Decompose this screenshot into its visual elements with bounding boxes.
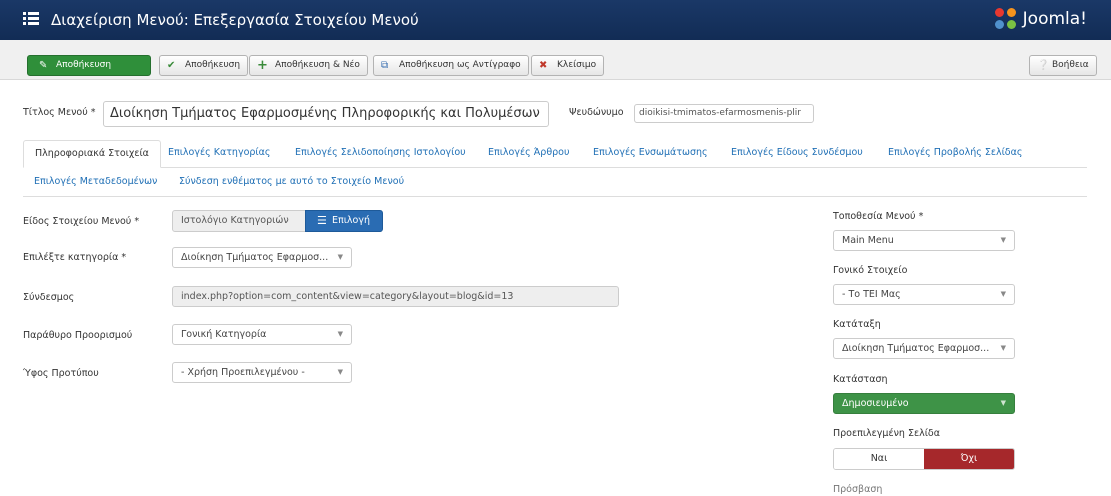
status-label: Κατάσταση bbox=[833, 374, 888, 385]
link-label: Σύνδεσμος bbox=[23, 292, 75, 303]
tab-article-options[interactable]: Επιλογές Άρθρου bbox=[488, 147, 569, 158]
save-button[interactable]: ✎ Αποθήκευση bbox=[27, 55, 151, 76]
tab-blog-layout[interactable]: Επιλογές Σελιδοποίησης Ιστολογίου bbox=[295, 147, 466, 158]
joomla-mark-icon bbox=[994, 8, 1017, 30]
joomla-logo[interactable]: Joomla! bbox=[994, 7, 1087, 31]
tab-integration-options[interactable]: Επιλογές Ενσωμάτωσης bbox=[593, 147, 708, 158]
status-value: Δημοσιευμένο bbox=[842, 398, 909, 409]
template-style-select[interactable]: - Χρήση Προεπιλεγμένου - ▼ bbox=[172, 362, 352, 383]
save-new-button-label: Αποθήκευση & Νέο bbox=[275, 60, 360, 70]
help-button-label: Βοήθεια bbox=[1052, 60, 1089, 70]
select-type-button-label: Επιλογή bbox=[332, 215, 371, 226]
help-button[interactable]: ❔ Βοήθεια bbox=[1029, 55, 1097, 76]
title-label: Τίτλος Μενού * bbox=[23, 107, 96, 118]
default-page-label: Προεπιλεγμένη Σελίδα bbox=[833, 428, 941, 439]
question-circle-icon: ❔ bbox=[1037, 60, 1050, 71]
list-icon: ☰ bbox=[317, 214, 327, 227]
tab-metadata[interactable]: Επιλογές Μεταδεδομένων bbox=[34, 176, 157, 187]
ordering-select[interactable]: Διοίκηση Τμήματος Εφαρμοσ... ▼ bbox=[833, 338, 1015, 359]
parent-item-label: Γονικό Στοιχείο bbox=[833, 265, 908, 276]
tabs-row1-divider bbox=[23, 167, 1087, 168]
alias-label: Ψευδώνυμο bbox=[569, 107, 624, 118]
menu-item-type-field: Ιστολόγιο Κατηγοριών bbox=[172, 210, 306, 232]
template-style-label: Ύφος Προτύπου bbox=[23, 368, 99, 379]
copy-icon: ⧉ bbox=[381, 60, 389, 71]
menu-item-type-label: Είδος Στοιχείου Μενού * bbox=[23, 216, 140, 227]
category-select-value: Διοίκηση Τμήματος Εφαρμοσ... bbox=[181, 252, 329, 263]
tab-module-assignment[interactable]: Σύνδεση ενθέματος με αυτό το Στοιχείο Με… bbox=[179, 176, 404, 187]
chevron-down-icon: ▼ bbox=[1000, 236, 1006, 244]
select-type-button[interactable]: ☰ Επιλογή bbox=[305, 210, 383, 232]
save-copy-button[interactable]: ⧉ Αποθήκευση ως Αντίγραφο bbox=[373, 55, 529, 76]
chevron-down-icon: ▼ bbox=[337, 253, 343, 261]
save-close-button-label: Αποθήκευση bbox=[185, 60, 241, 70]
title-input[interactable]: Διοίκηση Τμήματος Εφαρμοσμένης Πληροφορι… bbox=[103, 101, 549, 127]
parent-item-value: - Το ΤΕΙ Μας bbox=[842, 289, 901, 300]
ordering-label: Κατάταξη bbox=[833, 319, 881, 330]
edit-icon: ✎ bbox=[39, 60, 48, 71]
default-page-yes-button[interactable]: Ναι bbox=[834, 449, 924, 469]
app-header: Διαχείριση Μενού: Επεξεργασία Στοιχείου … bbox=[0, 0, 1111, 40]
default-page-no-button[interactable]: Όχι bbox=[924, 449, 1014, 469]
toolbar: ✎ Αποθήκευση ✔ Αποθήκευση + Αποθήκευση &… bbox=[0, 40, 1111, 80]
check-icon: ✔ bbox=[167, 60, 176, 71]
alias-input[interactable]: dioikisi-tmimatos-efarmosmenis-plir bbox=[634, 104, 814, 123]
parent-item-select[interactable]: - Το ΤΕΙ Μας ▼ bbox=[833, 284, 1015, 305]
close-circle-icon: ✖ bbox=[539, 60, 548, 71]
default-page-toggle[interactable]: Ναι Όχι bbox=[833, 448, 1015, 470]
chevron-down-icon: ▼ bbox=[1000, 399, 1006, 407]
save-button-label: Αποθήκευση bbox=[56, 60, 112, 70]
plus-icon: + bbox=[257, 58, 268, 73]
link-field: index.php?option=com_content&view=catego… bbox=[172, 286, 619, 307]
menu-location-select[interactable]: Main Menu ▼ bbox=[833, 230, 1015, 251]
chevron-down-icon: ▼ bbox=[1000, 344, 1006, 352]
tabs-divider bbox=[23, 196, 1087, 197]
page-title: Διαχείριση Μενού: Επεξεργασία Στοιχείου … bbox=[51, 11, 419, 29]
menu-location-value: Main Menu bbox=[842, 235, 894, 246]
menu-location-label: Τοποθεσία Μενού * bbox=[833, 211, 924, 222]
chevron-down-icon: ▼ bbox=[337, 368, 343, 376]
tab-link-type-options[interactable]: Επιλογές Είδους Συνδέσμου bbox=[731, 147, 863, 158]
category-select[interactable]: Διοίκηση Τμήματος Εφαρμοσ... ▼ bbox=[172, 247, 352, 268]
close-button[interactable]: ✖ Κλείσιμο bbox=[531, 55, 605, 76]
save-copy-button-label: Αποθήκευση ως Αντίγραφο bbox=[399, 60, 521, 70]
target-window-label: Παράθυρο Προορισμού bbox=[23, 330, 133, 341]
tab-page-display[interactable]: Επιλογές Προβολής Σελίδας bbox=[888, 147, 1022, 158]
tab-category-options[interactable]: Επιλογές Κατηγορίας bbox=[168, 147, 270, 158]
template-style-value: - Χρήση Προεπιλεγμένου - bbox=[181, 367, 305, 378]
save-close-button[interactable]: ✔ Αποθήκευση bbox=[159, 55, 249, 76]
access-label: Πρόσβαση bbox=[833, 484, 883, 495]
brand-name: Joomla! bbox=[1022, 9, 1087, 29]
ordering-value: Διοίκηση Τμήματος Εφαρμοσ... bbox=[842, 343, 990, 354]
close-button-label: Κλείσιμο bbox=[557, 60, 597, 70]
target-window-select[interactable]: Γονική Κατηγορία ▼ bbox=[172, 324, 352, 345]
chevron-down-icon: ▼ bbox=[337, 330, 343, 338]
menu-list-icon bbox=[23, 12, 39, 26]
tab-details[interactable]: Πληροφοριακά Στοιχεία bbox=[23, 140, 161, 168]
save-new-button[interactable]: + Αποθήκευση & Νέο bbox=[249, 55, 368, 76]
status-select[interactable]: Δημοσιευμένο ▼ bbox=[833, 393, 1015, 414]
target-window-value: Γονική Κατηγορία bbox=[181, 329, 267, 340]
category-label: Επιλέξτε κατηγορία * bbox=[23, 252, 127, 263]
chevron-down-icon: ▼ bbox=[1000, 290, 1006, 298]
